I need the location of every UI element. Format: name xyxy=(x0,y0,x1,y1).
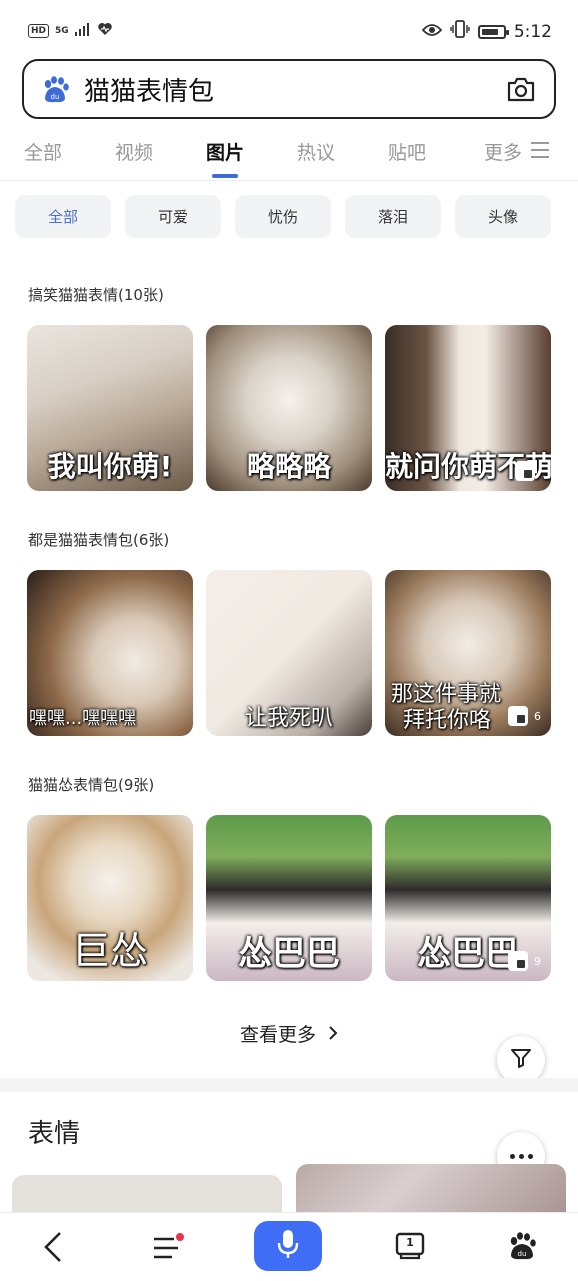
dot xyxy=(527,1153,533,1159)
clock: 5:12 xyxy=(513,21,552,42)
funnel-icon xyxy=(510,1047,532,1073)
menu-list-icon[interactable] xyxy=(152,1233,184,1267)
search-input[interactable] xyxy=(82,73,466,105)
image-count: 6 xyxy=(534,709,541,723)
expression-card[interactable] xyxy=(12,1175,282,1215)
battery-icon xyxy=(477,24,509,39)
section-title: 表情 xyxy=(28,1119,81,1149)
image-count: 9 xyxy=(534,954,541,968)
search-bar[interactable]: du xyxy=(22,59,556,119)
chevron-right-icon xyxy=(328,1024,338,1046)
chip-avatar[interactable]: 头像 xyxy=(455,195,551,238)
stack-icon xyxy=(508,951,528,971)
tab-count: 1 xyxy=(406,1236,414,1249)
stack-icon xyxy=(515,461,535,481)
hd-badge: HD xyxy=(28,23,50,38)
group-title[interactable]: 猫猫怂表情包(9张) xyxy=(28,774,154,795)
chip-sad[interactable]: 忧伤 xyxy=(235,195,331,238)
view-more-link[interactable]: 查看更多 xyxy=(0,1020,578,1047)
microphone-icon xyxy=(276,1229,300,1263)
svg-text:du: du xyxy=(51,93,60,101)
tab-images[interactable]: 图片 xyxy=(206,138,244,165)
baidu-home-icon[interactable]: du xyxy=(507,1231,537,1265)
view-more-label: 查看更多 xyxy=(239,1024,316,1046)
meme-caption: 略略略 xyxy=(246,450,331,483)
meme-caption: 怂巴巴 xyxy=(238,934,340,974)
image-count-badge: 6 xyxy=(508,706,541,726)
tabs-button[interactable]: 1 xyxy=(395,1231,425,1265)
section-divider xyxy=(0,1078,578,1092)
dot xyxy=(509,1153,515,1159)
meme-caption: 我叫你萌! xyxy=(47,450,173,483)
vibrate-icon xyxy=(450,20,470,43)
expression-card[interactable] xyxy=(296,1164,566,1216)
meme-caption: 巨怂 xyxy=(71,929,148,973)
filter-chips: 全部 可爱 忧伤 落泪 头像 xyxy=(15,195,551,239)
result-tabs: 全部 视频 图片 热议 贴吧 更多 xyxy=(0,130,578,181)
tab-video[interactable]: 视频 xyxy=(115,138,153,165)
filter-button[interactable] xyxy=(497,1036,545,1084)
status-bar: HD 5G 5:12 xyxy=(0,0,578,60)
camera-icon[interactable] xyxy=(506,75,536,107)
image-row: 巨怂 怂巴巴 怂巴巴 9 xyxy=(27,815,551,981)
signal-icon xyxy=(74,22,91,39)
chip-cute[interactable]: 可爱 xyxy=(125,195,221,238)
meme-image[interactable]: 怂巴巴 9 xyxy=(385,815,551,981)
back-icon[interactable] xyxy=(42,1231,64,1267)
meme-image[interactable]: 怂巴巴 xyxy=(206,815,372,981)
tab-tieba[interactable]: 贴吧 xyxy=(388,138,426,165)
tab-all[interactable]: 全部 xyxy=(24,138,62,165)
eye-icon xyxy=(421,22,443,42)
svg-text:du: du xyxy=(518,1250,527,1258)
meme-image[interactable]: 略略略 xyxy=(206,325,372,491)
meme-image[interactable]: 让我死叭 xyxy=(206,570,372,736)
meme-caption: 嘿嘿...嘿嘿嘿 xyxy=(29,708,137,729)
health-heart-icon xyxy=(97,22,113,39)
meme-image[interactable]: 嘿嘿...嘿嘿嘿 xyxy=(27,570,193,736)
baidu-paw-icon: du xyxy=(40,74,70,104)
group-title[interactable]: 都是猫猫表情包(6张) xyxy=(28,529,169,550)
meme-image[interactable]: 就问你萌不萌 xyxy=(385,325,551,491)
meme-caption-line: 那这件事就 xyxy=(391,682,502,707)
tab-discussion[interactable]: 热议 xyxy=(297,138,335,165)
bottom-nav: 1 du xyxy=(0,1212,578,1281)
tab-more[interactable]: 更多 xyxy=(484,138,522,165)
meme-image[interactable]: 巨怂 xyxy=(27,815,193,981)
stack-icon xyxy=(508,706,528,726)
dot xyxy=(518,1153,524,1159)
meme-caption: 让我死叭 xyxy=(244,706,333,731)
image-row: 我叫你萌! 略略略 就问你萌不萌 xyxy=(27,325,551,491)
image-count-badge: 9 xyxy=(508,951,541,971)
meme-image[interactable]: 我叫你萌! xyxy=(27,325,193,491)
voice-search-button[interactable] xyxy=(254,1221,322,1271)
image-count-badge xyxy=(515,461,541,481)
image-row: 嘿嘿...嘿嘿嘿 让我死叭 那这件事就 拜托你咯 6 xyxy=(27,570,551,736)
group-title[interactable]: 搞笑猫猫表情(10张) xyxy=(28,284,164,305)
chip-all[interactable]: 全部 xyxy=(15,195,111,238)
meme-image[interactable]: 那这件事就 拜托你咯 6 xyxy=(385,570,551,736)
active-tab-indicator xyxy=(212,174,238,178)
network-label: 5G xyxy=(55,25,69,36)
menu-icon[interactable] xyxy=(531,142,549,162)
chip-tears[interactable]: 落泪 xyxy=(345,195,441,238)
